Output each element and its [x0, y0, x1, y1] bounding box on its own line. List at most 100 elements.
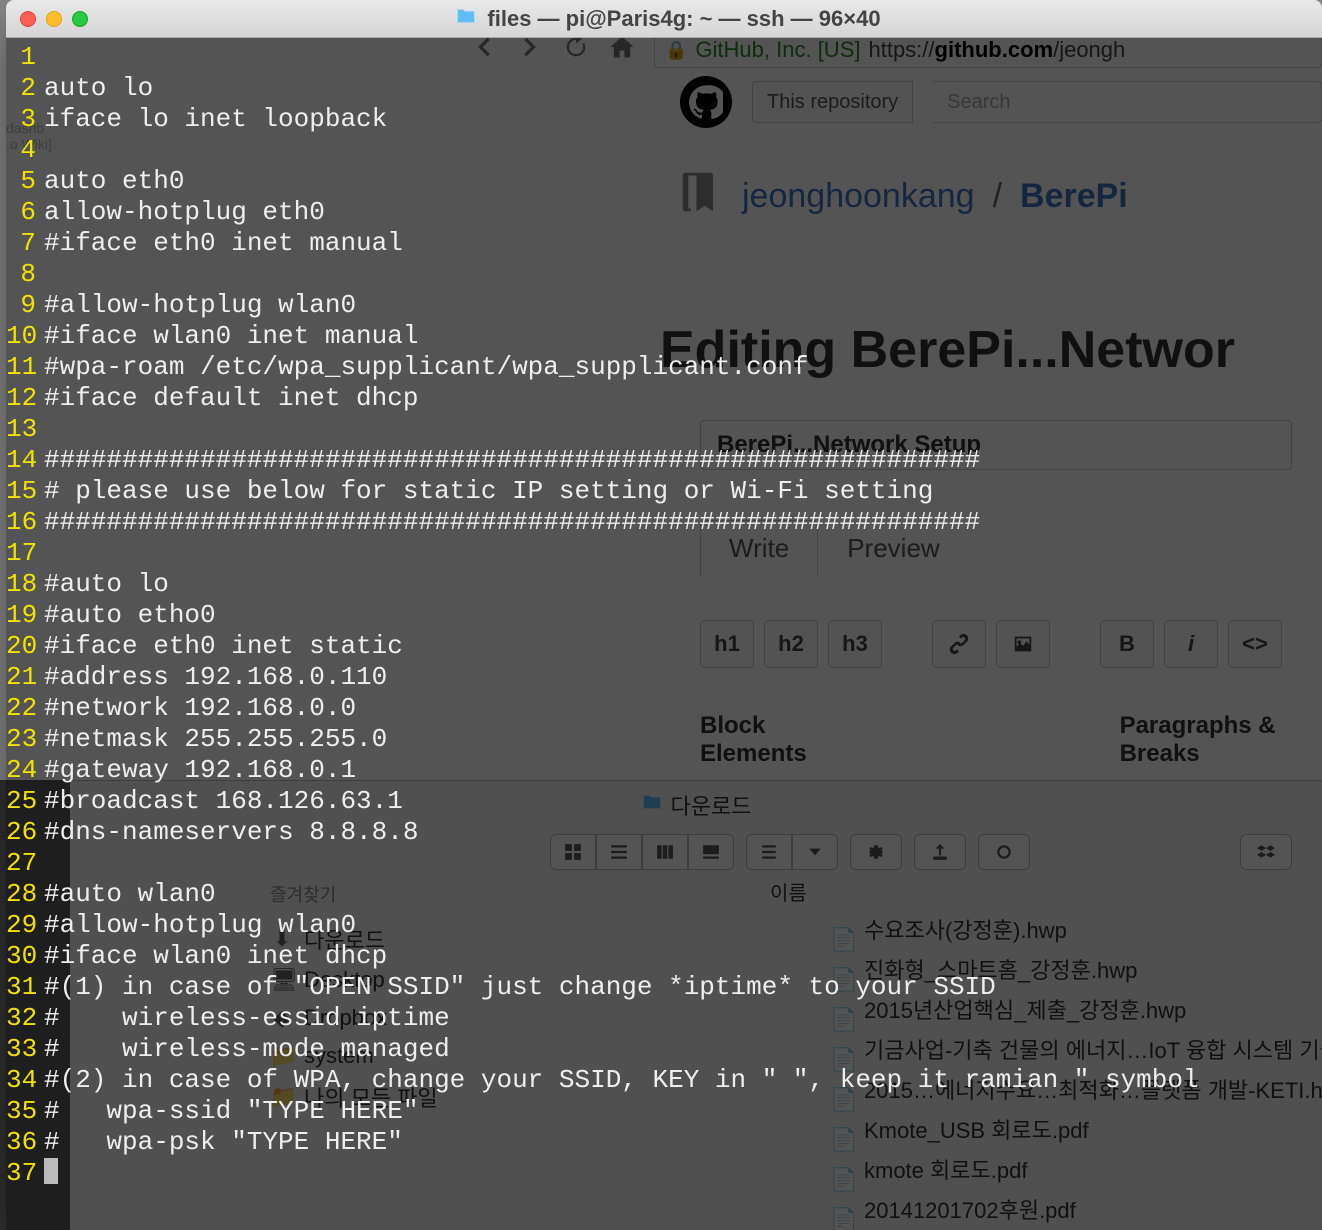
line-number: 33 [6, 1034, 44, 1065]
line-number: 21 [6, 662, 44, 693]
line-number: 15 [6, 476, 44, 507]
line-text: #auto wlan0 [44, 879, 1322, 910]
terminal-line: 34#(2) in case of WPA, change your SSID,… [6, 1065, 1322, 1096]
terminal-line: 9#allow-hotplug wlan0 [6, 290, 1322, 321]
terminal-body[interactable]: 12auto lo3iface lo inet loopback45auto e… [6, 38, 1322, 1230]
line-text: #auto lo [44, 569, 1322, 600]
line-number: 2 [6, 73, 44, 104]
line-text [44, 1158, 1322, 1189]
terminal-line: 10#iface wlan0 inet manual [6, 321, 1322, 352]
close-icon[interactable] [20, 11, 36, 27]
terminal-line: 33# wireless-mode managed [6, 1034, 1322, 1065]
line-text: #(1) in case of "OPEN SSID" just change … [44, 972, 1322, 1003]
line-text: # wireless-mode managed [44, 1034, 1322, 1065]
line-number: 14 [6, 445, 44, 476]
terminal-line: 26#dns-nameservers 8.8.8.8 [6, 817, 1322, 848]
line-text: #address 192.168.0.110 [44, 662, 1322, 693]
line-text: #iface eth0 inet static [44, 631, 1322, 662]
terminal-line: 2auto lo [6, 73, 1322, 104]
window-controls[interactable] [20, 11, 88, 27]
terminal-line: 4 [6, 135, 1322, 166]
line-text: #dns-nameservers 8.8.8.8 [44, 817, 1322, 848]
terminal-line: 13 [6, 414, 1322, 445]
line-number: 31 [6, 972, 44, 1003]
line-text: #broadcast 168.126.63.1 [44, 786, 1322, 817]
line-text [44, 848, 1322, 879]
line-number: 27 [6, 848, 44, 879]
terminal-line: 28#auto wlan0 [6, 879, 1322, 910]
line-number: 22 [6, 693, 44, 724]
line-text: #network 192.168.0.0 [44, 693, 1322, 724]
line-number: 8 [6, 259, 44, 290]
line-number: 30 [6, 941, 44, 972]
terminal-line: 15# please use below for static IP setti… [6, 476, 1322, 507]
terminal-line: 6allow-hotplug eth0 [6, 197, 1322, 228]
terminal-line: 14######################################… [6, 445, 1322, 476]
terminal-line: 24#gateway 192.168.0.1 [6, 755, 1322, 786]
zoom-icon[interactable] [72, 11, 88, 27]
line-text: #iface eth0 inet manual [44, 228, 1322, 259]
terminal-line: 32# wireless-essid iptime [6, 1003, 1322, 1034]
line-text: ########################################… [44, 445, 1322, 476]
line-text: #allow-hotplug wlan0 [44, 910, 1322, 941]
terminal-line: 29#allow-hotplug wlan0 [6, 910, 1322, 941]
line-text: #wpa-roam /etc/wpa_supplicant/wpa_suppli… [44, 352, 1322, 383]
line-number: 17 [6, 538, 44, 569]
line-text: #auto etho0 [44, 600, 1322, 631]
line-text: #gateway 192.168.0.1 [44, 755, 1322, 786]
folder-icon [455, 5, 477, 33]
terminal-line: 18#auto lo [6, 569, 1322, 600]
terminal-line: 19#auto etho0 [6, 600, 1322, 631]
line-number: 37 [6, 1158, 44, 1189]
terminal-line: 17 [6, 538, 1322, 569]
line-number: 11 [6, 352, 44, 383]
terminal-titlebar[interactable]: files — pi@Paris4g: ~ — ssh — 96×40 [6, 0, 1322, 38]
line-number: 29 [6, 910, 44, 941]
line-text: # wpa-psk "TYPE HERE" [44, 1127, 1322, 1158]
line-number: 16 [6, 507, 44, 538]
line-text: ########################################… [44, 507, 1322, 538]
line-text [44, 538, 1322, 569]
terminal-line: 31#(1) in case of "OPEN SSID" just chang… [6, 972, 1322, 1003]
terminal-line: 5auto eth0 [6, 166, 1322, 197]
line-text: #(2) in case of WPA, change your SSID, K… [44, 1065, 1322, 1096]
line-text [44, 135, 1322, 166]
line-text: #iface default inet dhcp [44, 383, 1322, 414]
line-number: 34 [6, 1065, 44, 1096]
line-text: # wireless-essid iptime [44, 1003, 1322, 1034]
line-number: 5 [6, 166, 44, 197]
terminal-line: 1 [6, 42, 1322, 73]
line-number: 24 [6, 755, 44, 786]
line-text: iface lo inet loopback [44, 104, 1322, 135]
terminal-line: 30#iface wlan0 inet dhcp [6, 941, 1322, 972]
terminal-line: 37 [6, 1158, 1322, 1189]
minimize-icon[interactable] [46, 11, 62, 27]
line-text: # please use below for static IP setting… [44, 476, 1322, 507]
line-text: auto eth0 [44, 166, 1322, 197]
line-number: 25 [6, 786, 44, 817]
line-number: 36 [6, 1127, 44, 1158]
cursor [44, 1158, 58, 1184]
terminal-line: 21#address 192.168.0.110 [6, 662, 1322, 693]
terminal-title: files — pi@Paris4g: ~ — ssh — 96×40 [98, 5, 1238, 33]
terminal-line: 7#iface eth0 inet manual [6, 228, 1322, 259]
line-text: allow-hotplug eth0 [44, 197, 1322, 228]
line-text: auto lo [44, 73, 1322, 104]
terminal-line: 16######################################… [6, 507, 1322, 538]
terminal-window[interactable]: files — pi@Paris4g: ~ — ssh — 96×40 12au… [6, 0, 1322, 1230]
line-number: 20 [6, 631, 44, 662]
line-text: # wpa-ssid "TYPE HERE" [44, 1096, 1322, 1127]
terminal-line: 11#wpa-roam /etc/wpa_supplicant/wpa_supp… [6, 352, 1322, 383]
terminal-line: 36# wpa-psk "TYPE HERE" [6, 1127, 1322, 1158]
terminal-line: 8 [6, 259, 1322, 290]
line-text: #iface wlan0 inet manual [44, 321, 1322, 352]
line-text: #netmask 255.255.255.0 [44, 724, 1322, 755]
line-number: 23 [6, 724, 44, 755]
line-text: #allow-hotplug wlan0 [44, 290, 1322, 321]
terminal-line: 12#iface default inet dhcp [6, 383, 1322, 414]
line-number: 9 [6, 290, 44, 321]
line-number: 1 [6, 42, 44, 73]
line-number: 4 [6, 135, 44, 166]
line-number: 7 [6, 228, 44, 259]
line-number: 26 [6, 817, 44, 848]
